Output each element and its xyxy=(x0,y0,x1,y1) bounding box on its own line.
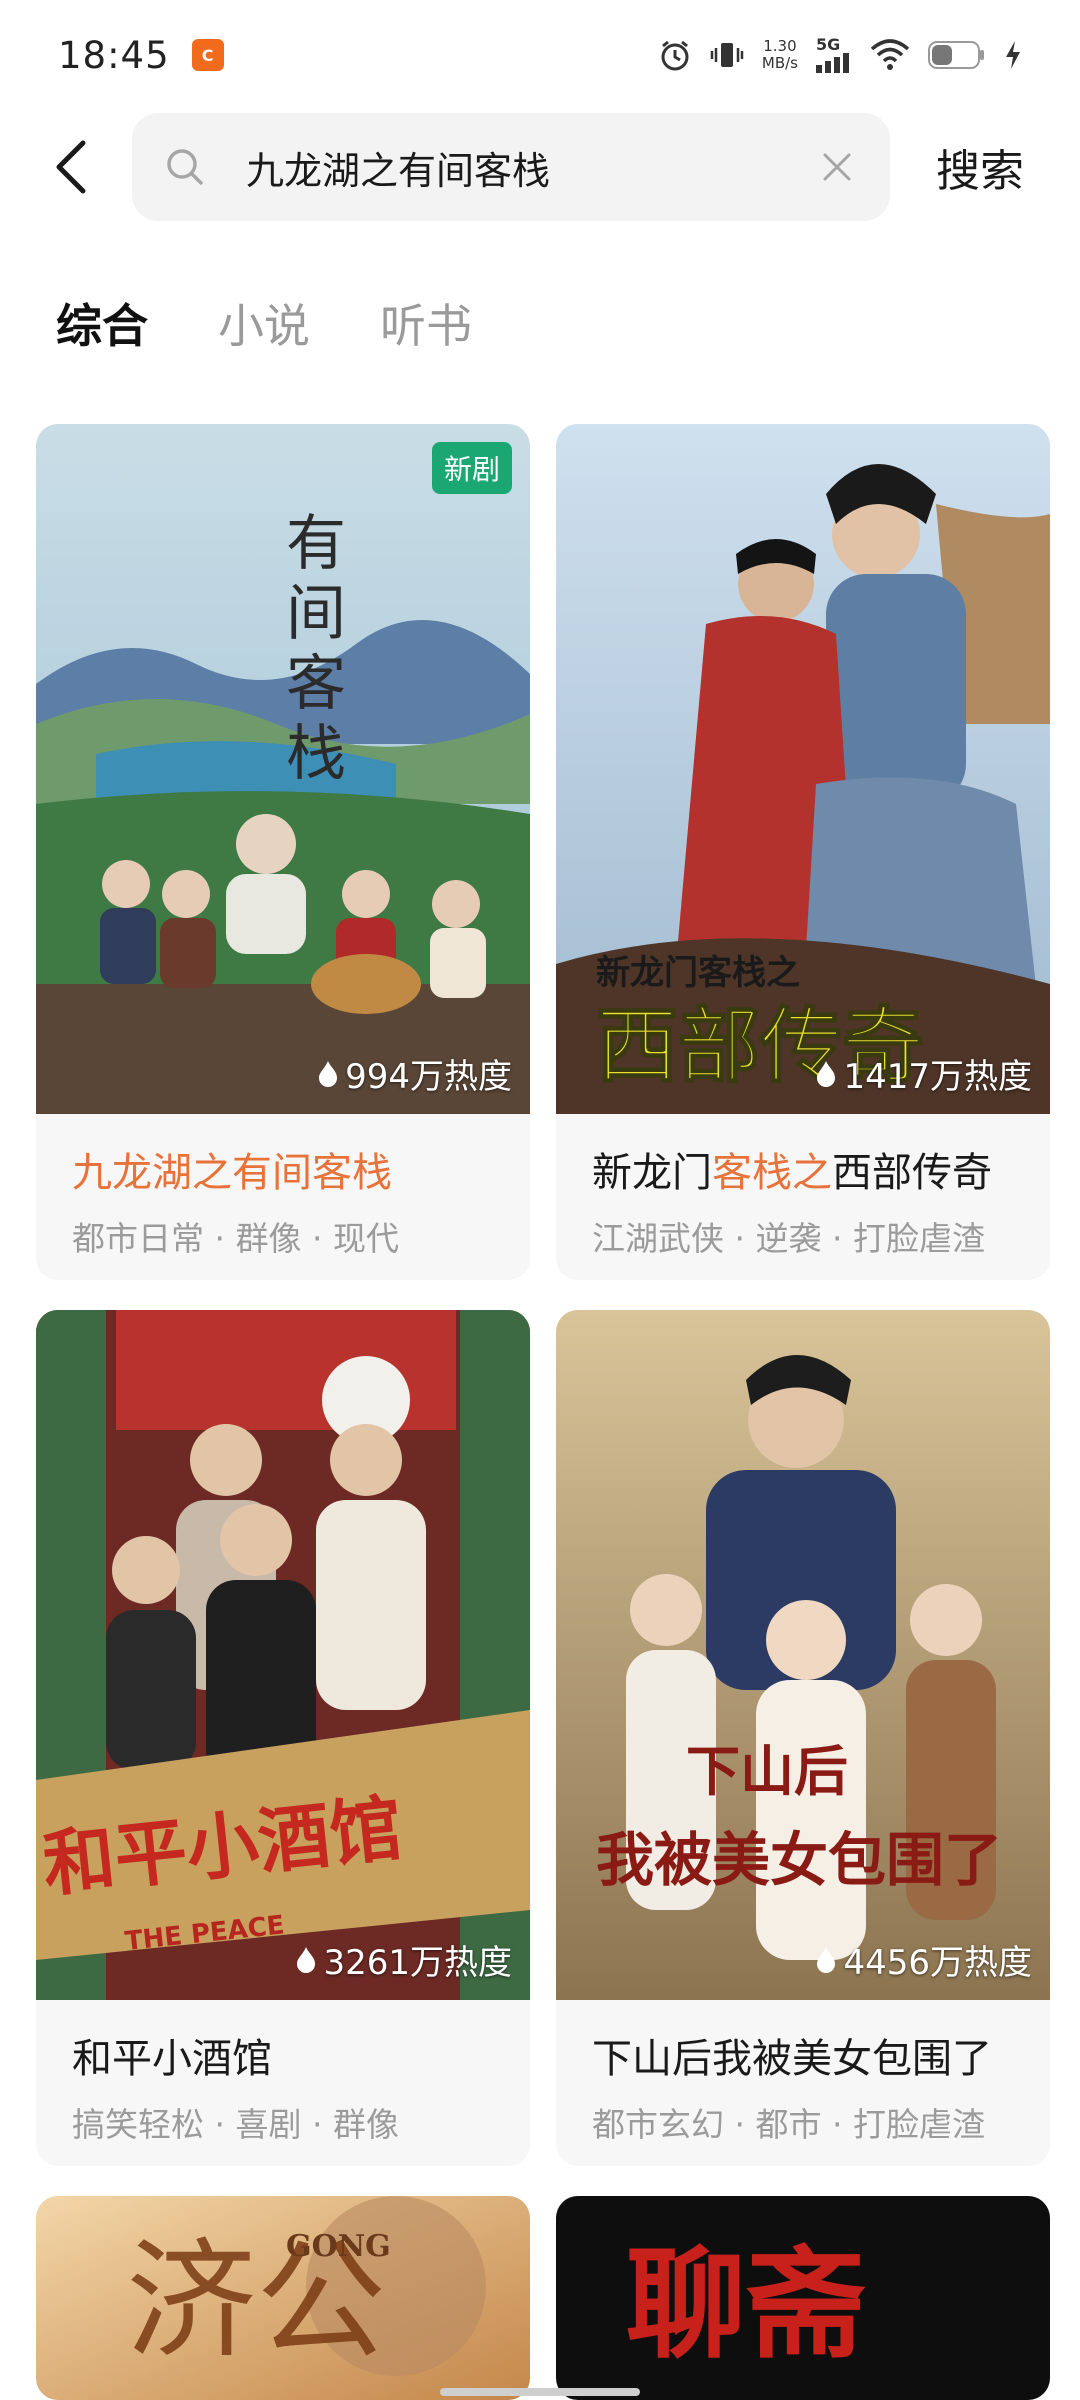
result-card[interactable]: 聊斋 xyxy=(556,2196,1050,2400)
flame-icon xyxy=(817,1060,836,1087)
search-icon xyxy=(162,144,208,190)
charging-icon xyxy=(1006,41,1020,69)
status-icons: 1.30 MB/s 5G xyxy=(658,37,1022,73)
clear-search-button[interactable] xyxy=(814,144,860,190)
card-tags: 都市玄幻 · 都市 · 打脸虐渣 xyxy=(592,2105,985,2144)
card-tags: 江湖武侠 · 逆袭 · 打脸虐渣 xyxy=(592,1219,985,1258)
category-tabs: 综合 小说 听书 xyxy=(56,290,472,356)
poster-title-text: 有间客栈 xyxy=(286,509,346,789)
heat-indicator: 4456万热度 xyxy=(815,1935,1032,1984)
poster-image: 聊斋 xyxy=(556,2196,1050,2400)
result-card[interactable]: 新龙门客栈之 西部传奇 1417万热度 新龙门客栈之西部传奇 江湖武侠 · 逆袭… xyxy=(556,424,1050,1280)
back-arrow-icon xyxy=(56,140,86,194)
wifi-icon xyxy=(870,39,910,70)
search-row: 搜索 xyxy=(0,112,1080,222)
tab-novel[interactable]: 小说 xyxy=(218,290,310,356)
title-highlight: 客栈之 xyxy=(712,1150,832,1196)
result-card[interactable]: 济公 GONG xyxy=(36,2196,530,2400)
network-type: 5G xyxy=(816,35,841,54)
search-box[interactable] xyxy=(132,113,890,221)
title-part: 新龙门 xyxy=(592,1150,712,1196)
heat-value: 1417万热度 xyxy=(843,1057,1032,1097)
vibrate-icon xyxy=(710,43,744,67)
heat-indicator: 1417万热度 xyxy=(815,1049,1032,1098)
signal-icon xyxy=(816,53,849,73)
card-info: 和平小酒馆 搞笑轻松 · 喜剧 · 群像 xyxy=(36,2000,530,2166)
poster-title-text: 聊斋 xyxy=(626,2234,866,2375)
status-time: 18:45 xyxy=(58,33,170,77)
card-title: 九龙湖之有间客栈 xyxy=(72,1140,494,1198)
title-highlight: 九龙湖之有间客栈 xyxy=(72,1150,392,1196)
close-icon xyxy=(823,153,851,181)
flame-icon xyxy=(297,1946,316,1973)
card-tags: 搞笑轻松 · 喜剧 · 群像 xyxy=(72,2105,399,2144)
card-title: 新龙门客栈之西部传奇 xyxy=(592,1140,1014,1198)
result-card[interactable]: 有间客栈 新剧 994万热度 九龙湖之有间客栈 都市日常 · 群像 · 现代 xyxy=(36,424,530,1280)
tab-audiobook[interactable]: 听书 xyxy=(380,290,472,356)
app-notification-icon: C xyxy=(191,39,224,71)
flame-icon xyxy=(319,1060,338,1087)
signal-group: 5G xyxy=(816,37,852,73)
new-drama-badge: 新剧 xyxy=(431,442,512,494)
flame-icon xyxy=(817,1946,836,1973)
poster-subtitle-text: GONG xyxy=(286,2229,391,2264)
back-button[interactable] xyxy=(36,132,106,202)
status-bar: 18:45 C 1.30 MB/s 5G xyxy=(0,0,1080,110)
search-input[interactable] xyxy=(246,145,814,189)
poster-image: 有间客栈 新剧 994万热度 xyxy=(36,424,530,1114)
tab-comprehensive[interactable]: 综合 xyxy=(56,290,148,356)
result-card[interactable]: 和平小酒馆 THE PEACE 3261万热度 和平小酒馆 搞笑轻松 · 喜剧 … xyxy=(36,1310,530,2166)
heat-value: 3261万热度 xyxy=(323,1943,512,1983)
heat-indicator: 994万热度 xyxy=(317,1049,512,1098)
search-button[interactable]: 搜索 xyxy=(936,135,1024,199)
poster-image: 新龙门客栈之 西部传奇 1417万热度 xyxy=(556,424,1050,1114)
battery-icon xyxy=(928,41,984,69)
poster-image: 下山后 我被美女包围了 4456万热度 xyxy=(556,1310,1050,2000)
card-info: 下山后我被美女包围了 都市玄幻 · 都市 · 打脸虐渣 xyxy=(556,2000,1050,2166)
title-part: 西部传奇 xyxy=(832,1150,992,1196)
result-card[interactable]: 下山后 我被美女包围了 4456万热度 下山后我被美女包围了 都市玄幻 · 都市… xyxy=(556,1310,1050,2166)
net-speed-value: 1.30 xyxy=(763,37,797,55)
net-speed-unit: MB/s xyxy=(761,54,798,72)
alarm-icon xyxy=(661,40,689,71)
poster-image: 济公 GONG xyxy=(36,2196,530,2400)
card-info: 九龙湖之有间客栈 都市日常 · 群像 · 现代 xyxy=(36,1114,530,1280)
card-info: 新龙门客栈之西部传奇 江湖武侠 · 逆袭 · 打脸虐渣 xyxy=(556,1114,1050,1280)
gesture-handle xyxy=(440,2388,640,2396)
card-title: 下山后我被美女包围了 xyxy=(592,2036,992,2082)
heat-value: 994万热度 xyxy=(345,1057,512,1097)
heat-value: 4456万热度 xyxy=(843,1943,1032,1983)
poster-title-text-line2: 我被美女包围了 xyxy=(596,1826,1002,1894)
poster-subtitle-text: 新龙门客栈之 xyxy=(596,953,800,993)
card-title: 和平小酒馆 xyxy=(72,2036,272,2082)
poster-title-text: 下山后 xyxy=(686,1739,848,1803)
poster-image: 和平小酒馆 THE PEACE 3261万热度 xyxy=(36,1310,530,2000)
card-tags: 都市日常 · 群像 · 现代 xyxy=(72,1219,399,1258)
heat-indicator: 3261万热度 xyxy=(295,1935,512,1984)
net-speed: 1.30 MB/s xyxy=(762,38,798,72)
